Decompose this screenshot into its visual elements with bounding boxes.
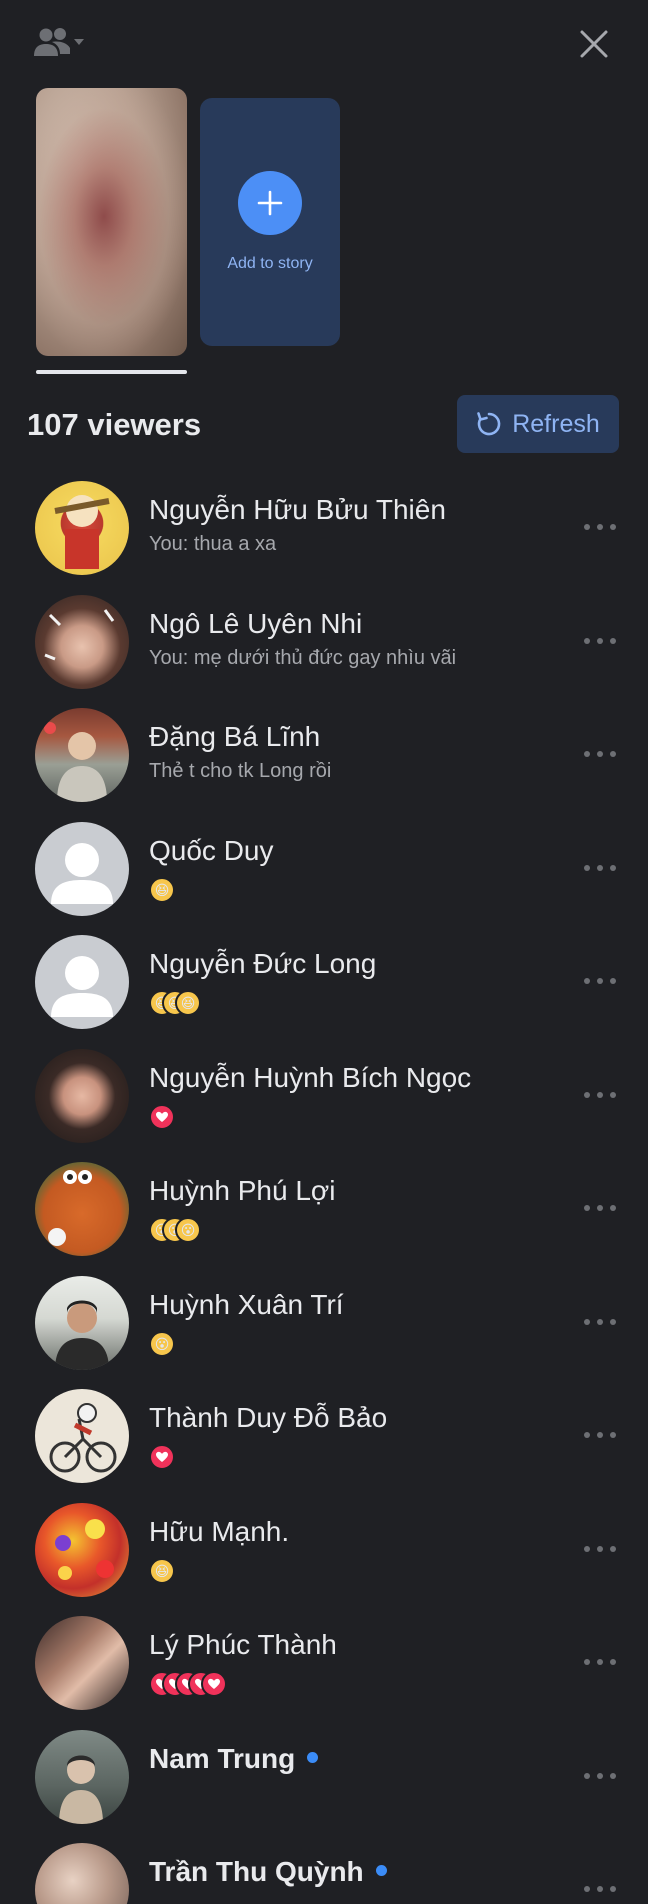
avatar[interactable]	[35, 1162, 129, 1256]
viewer-list: Nguyễn Hữu Bửu Thiên You: thua a xa Ngô …	[0, 470, 648, 1904]
love-reaction-icon	[149, 1444, 175, 1470]
avatar[interactable]	[35, 1843, 129, 1904]
add-to-story-label: Add to story	[227, 255, 313, 272]
viewer-subtitle: You: thua a xa	[149, 533, 277, 555]
default-avatar-icon	[51, 956, 113, 1017]
reactions	[149, 1671, 227, 1697]
avatar[interactable]	[35, 481, 129, 575]
viewer-name[interactable]: Huỳnh Phú Lợi	[149, 1175, 335, 1207]
viewer-row[interactable]: Đặng Bá Lĩnh Thẻ t cho tk Long rồi	[0, 697, 648, 811]
viewer-name[interactable]: Ngô Lê Uyên Nhi	[149, 608, 362, 640]
viewer-row[interactable]: Nguyễn Đức Long 😆 😆 😆	[0, 924, 648, 1038]
reactions	[149, 1444, 175, 1470]
more-options-icon[interactable]	[584, 1318, 616, 1327]
more-options-icon[interactable]	[584, 751, 616, 759]
viewer-row[interactable]: Nam Trung	[0, 1719, 648, 1833]
love-reaction-icon	[149, 1103, 175, 1130]
viewer-name[interactable]: Đặng Bá Lĩnh	[149, 721, 320, 753]
refresh-button[interactable]: Refresh	[457, 395, 619, 453]
viewer-row[interactable]: Quốc Duy 😆	[0, 811, 648, 925]
avatar[interactable]	[35, 1616, 129, 1710]
avatar[interactable]	[35, 708, 129, 802]
more-options-icon[interactable]	[584, 1205, 616, 1213]
top-bar	[0, 0, 648, 84]
more-options-icon[interactable]	[584, 1772, 616, 1781]
love-reaction-icon	[201, 1671, 227, 1697]
viewer-row[interactable]: Thành Duy Đỗ Bảo	[0, 1378, 648, 1492]
reactions	[149, 1103, 175, 1130]
more-options-icon[interactable]	[584, 864, 616, 873]
add-circle	[238, 171, 302, 235]
active-story-indicator	[36, 370, 187, 374]
avatar[interactable]	[35, 935, 129, 1029]
viewer-subtitle: Thẻ t cho tk Long rồi	[149, 760, 332, 782]
wow-reaction-icon: 😮	[149, 1330, 175, 1357]
avatar[interactable]	[35, 1729, 129, 1824]
viewers-count: 107 viewers	[27, 407, 202, 442]
viewer-row[interactable]: Huỳnh Xuân Trí 😮	[0, 1265, 648, 1379]
reactions: 😮	[149, 1330, 175, 1357]
unread-dot-icon	[375, 1865, 387, 1877]
more-options-icon[interactable]	[584, 1091, 616, 1100]
viewer-row[interactable]: Nguyễn Hữu Bửu Thiên You: thua a xa	[0, 470, 648, 584]
viewer-name[interactable]: Quốc Duy	[149, 835, 274, 867]
viewer-row[interactable]: Lý Phúc Thành	[0, 1605, 648, 1719]
more-options-icon[interactable]	[584, 637, 616, 646]
more-options-icon[interactable]	[584, 1545, 616, 1554]
reactions: 😮 😮 😮	[149, 1217, 201, 1243]
avatar[interactable]	[35, 1502, 129, 1597]
viewer-subtitle: You: mẹ dưới thủ đức gay nhìu vãi	[149, 646, 457, 669]
haha-reaction-icon: 😆	[175, 990, 201, 1016]
refresh-label: Refresh	[512, 409, 600, 438]
viewer-row[interactable]: Nguyễn Huỳnh Bích Ngọc	[0, 1038, 648, 1152]
haha-reaction-icon: 😆	[149, 876, 175, 903]
avatar[interactable]	[35, 1048, 129, 1143]
viewer-row[interactable]: Hữu Mạnh. 😆	[0, 1492, 648, 1606]
more-options-icon[interactable]	[584, 1886, 616, 1894]
wow-reaction-icon: 😮	[175, 1217, 201, 1243]
viewer-row[interactable]: Trần Thu Quỳnh	[0, 1832, 648, 1904]
viewer-name[interactable]: Nguyễn Huỳnh Bích Ngọc	[149, 1062, 471, 1094]
avatar[interactable]	[35, 821, 129, 916]
viewer-name[interactable]: Huỳnh Xuân Trí	[149, 1289, 344, 1321]
viewer-name[interactable]: Nguyễn Hữu Bửu Thiên	[149, 494, 446, 526]
plus-icon	[257, 190, 283, 216]
refresh-icon	[477, 412, 501, 436]
viewer-name[interactable]: Nam Trung	[149, 1743, 319, 1775]
viewer-row[interactable]: Ngô Lê Uyên Nhi You: mẹ dưới thủ đức gay…	[0, 584, 648, 698]
more-options-icon[interactable]	[584, 1659, 616, 1667]
people-icon	[34, 28, 84, 56]
more-options-icon[interactable]	[584, 1432, 616, 1440]
viewer-name[interactable]: Hữu Mạnh.	[149, 1516, 289, 1548]
close-button[interactable]	[572, 22, 616, 66]
reactions: 😆	[149, 876, 175, 903]
haha-reaction-icon: 😆	[149, 1557, 175, 1584]
avatar[interactable]	[35, 1389, 129, 1483]
viewers-header: 107 viewers Refresh	[0, 395, 648, 453]
reactions: 😆 😆 😆	[149, 990, 201, 1016]
viewer-name[interactable]: Nguyễn Đức Long	[149, 948, 376, 980]
close-icon	[580, 30, 608, 58]
viewer-name[interactable]: Lý Phúc Thành	[149, 1629, 337, 1661]
story-thumbnail[interactable]	[36, 88, 187, 356]
viewer-name[interactable]: Trần Thu Quỳnh	[149, 1856, 387, 1888]
viewer-name[interactable]: Thành Duy Đỗ Bảo	[149, 1402, 387, 1434]
more-options-icon[interactable]	[584, 978, 616, 986]
avatar[interactable]	[35, 594, 129, 689]
add-to-story-card[interactable]: Add to story	[200, 98, 340, 346]
audience-button[interactable]	[32, 26, 88, 60]
unread-dot-icon	[307, 1751, 319, 1763]
default-avatar-icon	[51, 842, 113, 904]
viewer-row[interactable]: Huỳnh Phú Lợi 😮 😮 😮	[0, 1151, 648, 1265]
avatar[interactable]	[35, 1275, 129, 1370]
more-options-icon[interactable]	[584, 524, 616, 532]
reactions: 😆	[149, 1557, 175, 1584]
